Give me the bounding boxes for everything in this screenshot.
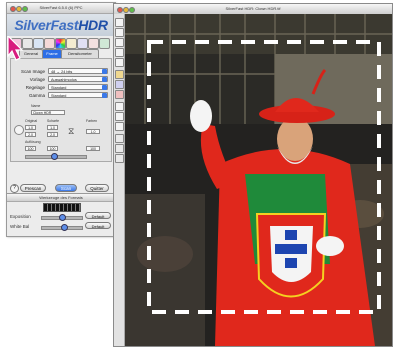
ruler-icon[interactable] xyxy=(115,80,124,89)
gamma-label: Gamma xyxy=(28,93,45,98)
scaled-height-field[interactable]: 2.0 xyxy=(47,132,58,137)
cm-icon[interactable] xyxy=(115,112,124,121)
exposure-preview-strip xyxy=(43,203,81,212)
sharpen-icon[interactable] xyxy=(99,38,110,49)
chevron-down-icon xyxy=(102,85,107,90)
exposure-default-button[interactable]: Default xyxy=(85,212,111,219)
scale-slider-knob[interactable] xyxy=(51,153,58,160)
scaled-width-field[interactable]: 1.0 xyxy=(47,125,58,130)
densitometer-icon[interactable] xyxy=(115,90,124,99)
original-width-field[interactable]: 1.0 xyxy=(25,125,36,130)
white-balance-slider-knob[interactable] xyxy=(61,224,68,231)
tools-subpanel: Werkzeuge des Formats Exposition Default… xyxy=(6,193,116,237)
vorlage-label: Vorlage xyxy=(29,77,45,82)
quit-button[interactable]: Quitter xyxy=(85,184,109,192)
prescan-preview-image[interactable] xyxy=(125,14,392,346)
scan-image-label: Scan Image xyxy=(20,69,45,74)
vorlage-select[interactable]: Auswahlmodus xyxy=(48,76,108,82)
noise-filter-icon[interactable] xyxy=(88,38,99,49)
color-wheel-icon[interactable] xyxy=(55,38,66,49)
frame-icon[interactable] xyxy=(115,58,124,67)
gamma-value: Standard xyxy=(51,94,67,98)
prescan-button[interactable]: Prescan xyxy=(20,184,46,192)
zoom-icon[interactable] xyxy=(115,18,124,27)
info-icon[interactable] xyxy=(115,122,124,131)
regelage-label: Regelage xyxy=(25,85,45,90)
white-balance-label: White Bal xyxy=(10,224,30,229)
grid-icon[interactable] xyxy=(115,102,124,111)
scan-resolution-field[interactable]: 100 xyxy=(47,146,58,151)
regelage-select[interactable]: Standard xyxy=(48,84,108,90)
logo-main-text: SilverFast xyxy=(14,17,79,33)
name-label: Name xyxy=(31,104,41,108)
link-chain-icon[interactable]: ⧖ xyxy=(68,125,78,137)
resolution-field[interactable]: 100 xyxy=(25,146,36,151)
output-resolution-field[interactable]: 100 xyxy=(86,146,100,151)
chevron-down-icon xyxy=(102,93,107,98)
vorlage-value: Auswahlmodus xyxy=(51,78,77,82)
silverfast-hdr-logo: SilverFastHDR xyxy=(7,14,115,36)
farben-header: Farben xyxy=(86,119,98,123)
preview-zoom-button[interactable] xyxy=(129,7,135,13)
name-field[interactable]: Clown HDR xyxy=(31,110,65,115)
chevron-down-icon xyxy=(102,69,107,74)
logo-sub-text: HDR xyxy=(78,17,108,33)
mouse-pointer-arrow-icon xyxy=(7,36,24,61)
preview-window: SilverFast HDR: Clown HDR.tif xyxy=(113,3,393,347)
regelage-value: Standard xyxy=(51,86,67,90)
histogram-icon[interactable] xyxy=(44,38,55,49)
tools-titlebar: Werkzeuge des Formats xyxy=(7,194,115,202)
mirror-icon[interactable] xyxy=(115,48,124,57)
pipette-icon[interactable] xyxy=(115,70,124,79)
scan-button[interactable]: Scan xyxy=(55,184,77,192)
exposure-slider-knob[interactable] xyxy=(59,214,66,221)
scan-image-value: 48 → 24 bits xyxy=(51,70,73,74)
curve-icon[interactable] xyxy=(66,38,77,49)
zoom-window-button[interactable] xyxy=(22,6,28,12)
frame-settings-area: Scan Image 48 → 24 bits Vorlage Auswahlm… xyxy=(10,58,112,162)
split-icon[interactable] xyxy=(115,144,124,153)
resolution-label: Auflösung xyxy=(25,140,41,144)
gamma-select[interactable]: Standard xyxy=(48,92,108,98)
fullscreen-icon[interactable] xyxy=(115,154,124,163)
compare-icon[interactable] xyxy=(115,134,124,143)
hand-icon[interactable] xyxy=(115,28,124,37)
help-icon[interactable]: ? xyxy=(10,184,19,193)
chevron-down-icon xyxy=(102,77,107,82)
selective-color-icon[interactable] xyxy=(77,38,88,49)
original-height-field[interactable]: 2.0 xyxy=(25,132,36,137)
lock-icon[interactable] xyxy=(14,125,24,135)
white-balance-default-button[interactable]: Default xyxy=(85,222,111,229)
preview-tool-strip xyxy=(114,14,125,346)
rotate-icon[interactable] xyxy=(115,38,124,47)
exposure-label: Exposition xyxy=(10,214,31,219)
scan-image-select[interactable]: 48 → 24 bits xyxy=(48,68,108,74)
gear-icon[interactable] xyxy=(33,38,44,49)
farben-field[interactable]: 1.0 xyxy=(86,129,100,134)
scharfe-header: Scharfe xyxy=(47,119,60,123)
original-header: Original xyxy=(25,119,38,123)
